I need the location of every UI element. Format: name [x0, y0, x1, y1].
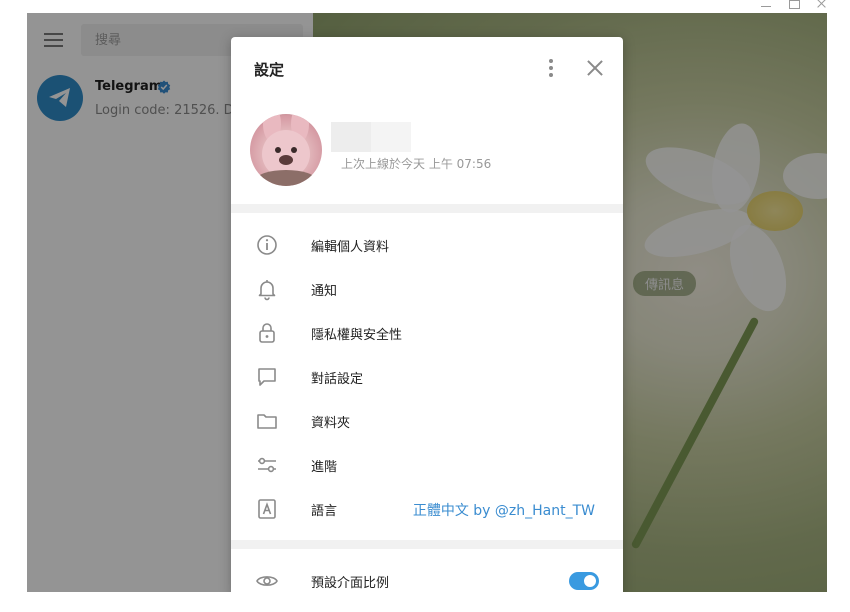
lock-icon [259, 323, 275, 343]
telegram-app: Telegram Login code: 21526. Do n 傳訊息 設定 [27, 13, 827, 592]
more-options-icon[interactable] [544, 59, 558, 77]
profile-name-redacted [331, 122, 411, 152]
menu-item-folders[interactable]: 資料夾 [231, 399, 623, 443]
menu-item-default-scale[interactable]: 預設介面比例 [231, 559, 623, 592]
menu-item-label: 預設介面比例 [311, 576, 390, 591]
chat-bubble-icon [258, 368, 276, 386]
minimize-icon[interactable] [760, 0, 772, 10]
menu-item-label: 進階 [311, 460, 338, 475]
window-close-icon[interactable] [816, 0, 828, 10]
menu-item-privacy[interactable]: 隱私權與安全性 [231, 311, 623, 355]
eye-icon [256, 576, 278, 586]
menu-item-label: 語言 [311, 504, 338, 519]
profile-avatar[interactable] [250, 114, 322, 186]
menu-item-label: 資料夾 [311, 416, 351, 431]
close-icon[interactable] [586, 59, 604, 77]
bell-icon [258, 280, 276, 301]
window-controls [760, 0, 828, 12]
menu-item-label: 對話設定 [311, 372, 364, 387]
menu-item-chat-settings[interactable]: 對話設定 [231, 355, 623, 399]
menu-item-label: 編輯個人資料 [311, 240, 390, 255]
default-scale-toggle[interactable] [569, 572, 599, 590]
language-icon [258, 499, 276, 519]
menu-item-edit-profile[interactable]: 編輯個人資料 [231, 223, 623, 267]
menu-item-advanced[interactable]: 進階 [231, 443, 623, 487]
info-icon [257, 235, 277, 255]
last-seen-status: 上次上線於今天 上午 07:56 [341, 157, 492, 171]
section-divider [231, 204, 623, 213]
section-divider [231, 540, 623, 549]
settings-dialog: 設定 上次上線於今天 上午 07:56 編輯個人資料 通知 隱私權與安全性 對話… [231, 37, 623, 592]
bunny-photo [256, 114, 316, 186]
menu-item-label: 通知 [311, 284, 338, 299]
menu-item-language[interactable]: 語言 正體中文 by @zh_Hant_TW [231, 487, 623, 531]
menu-item-notifications[interactable]: 通知 [231, 267, 623, 311]
language-value: 正體中文 by @zh_Hant_TW [412, 503, 595, 519]
maximize-icon[interactable] [788, 0, 800, 10]
folder-icon [257, 414, 277, 429]
dialog-title: 設定 [254, 61, 285, 79]
sliders-icon [258, 457, 276, 473]
menu-item-label: 隱私權與安全性 [311, 328, 403, 343]
